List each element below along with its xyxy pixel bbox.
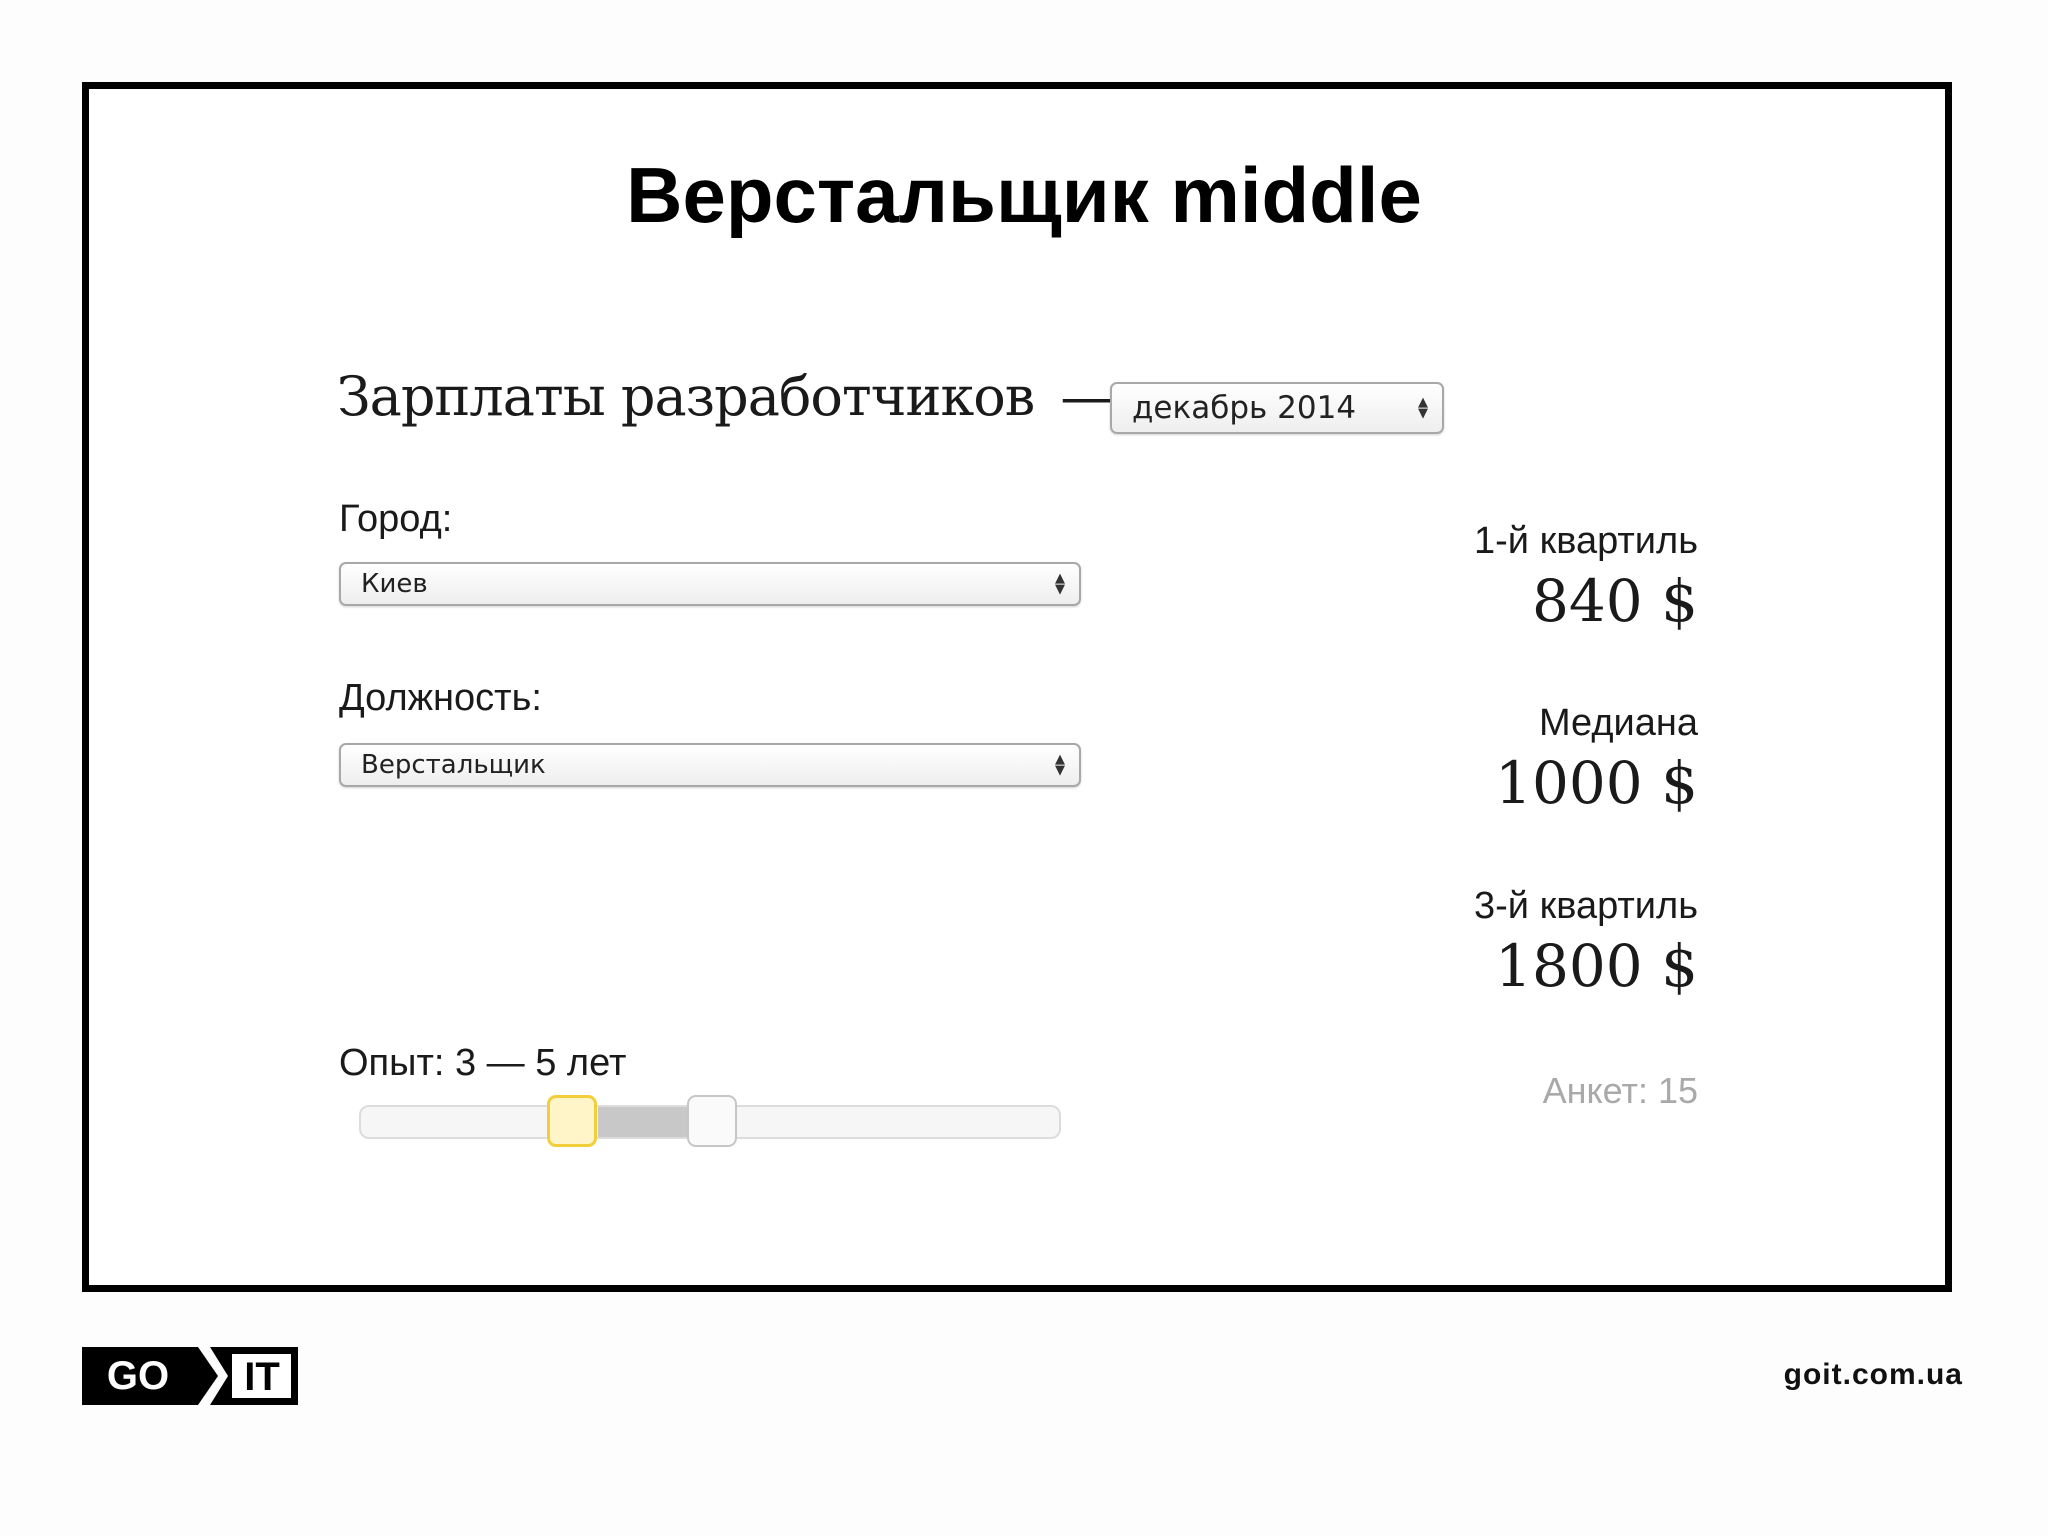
city-select-value: Киев [361, 569, 428, 599]
experience-label: Опыт: 3 — 5 лет [339, 1042, 627, 1084]
stat-q3-value: 1800 $ [1495, 932, 1698, 1000]
surveys-count: Анкет: 15 [1542, 1070, 1698, 1111]
logo-it-text: IT [244, 1355, 280, 1399]
month-select-value: декабрь 2014 [1132, 390, 1357, 426]
stat-median-label: Медиана [1538, 702, 1698, 744]
logo-go-text: GO [107, 1354, 169, 1398]
stat-q3-label: 3-й квартиль [1474, 885, 1698, 927]
select-arrows-icon: ▲ ▼ [1055, 571, 1065, 597]
stat-median: Медиана 1000 $ [1495, 702, 1698, 817]
month-select[interactable]: декабрь 2014 ▲ ▼ [1110, 382, 1444, 434]
stat-first-quartile: 1-й квартиль 840 $ [1474, 520, 1698, 635]
slide-title: Верстальщик middle [626, 151, 1422, 239]
city-label: Город: [339, 498, 453, 540]
heading-text: Зарплаты разработчиков [337, 365, 1035, 428]
select-arrows-icon: ▲ ▼ [1418, 395, 1428, 421]
site-url[interactable]: goit.com.ua [1784, 1358, 1963, 1392]
stat-q1-value: 840 $ [1531, 567, 1698, 635]
experience-slider-min-handle[interactable] [547, 1095, 597, 1147]
experience-slider-max-handle[interactable] [687, 1095, 737, 1147]
stat-median-value: 1000 $ [1495, 749, 1698, 817]
position-label: Должность: [339, 677, 542, 719]
heading-dash: — [1060, 365, 1114, 428]
position-select[interactable]: Верстальщик ▲ ▼ [339, 743, 1081, 787]
city-select[interactable]: Киев ▲ ▼ [339, 562, 1081, 606]
stat-q1-label: 1-й квартиль [1474, 520, 1698, 562]
stat-third-quartile: 3-й квартиль 1800 $ [1474, 885, 1698, 1000]
goit-logo: GO IT [82, 1347, 298, 1405]
widget-heading: Зарплаты разработчиков — [337, 365, 1114, 428]
position-select-value: Верстальщик [361, 750, 546, 780]
select-arrows-icon: ▲ ▼ [1055, 752, 1065, 778]
